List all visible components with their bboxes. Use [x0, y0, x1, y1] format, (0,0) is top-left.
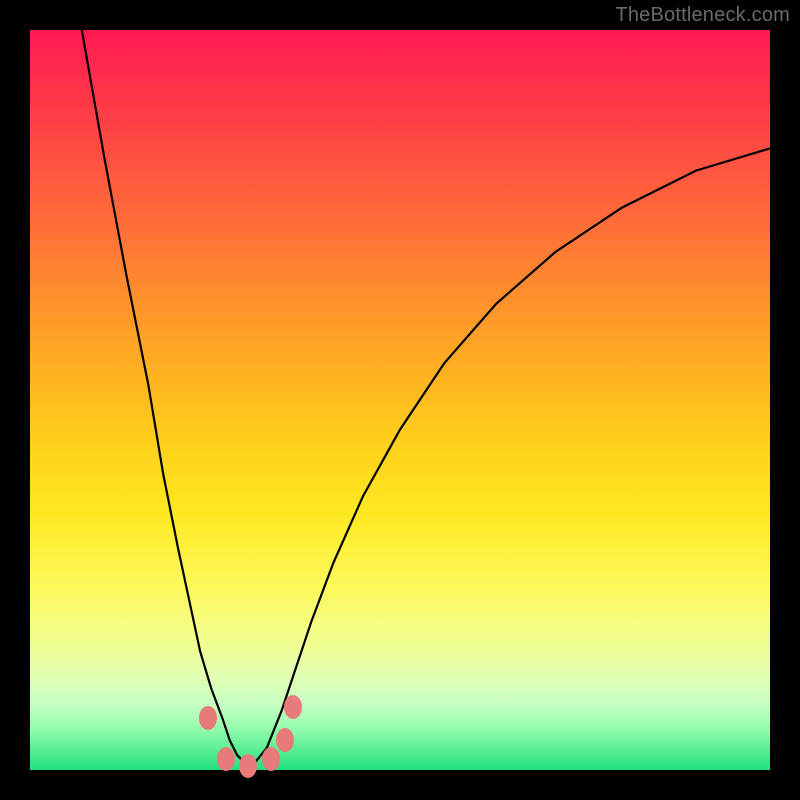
data-marker — [199, 706, 217, 730]
data-marker — [239, 754, 257, 778]
data-marker — [217, 747, 235, 771]
data-marker — [284, 695, 302, 719]
bottleneck-curve — [30, 30, 770, 770]
plot-area — [30, 30, 770, 770]
chart-frame: TheBottleneck.com — [0, 0, 800, 800]
data-marker — [276, 728, 294, 752]
data-marker — [262, 747, 280, 771]
watermark-text: TheBottleneck.com — [615, 4, 790, 27]
